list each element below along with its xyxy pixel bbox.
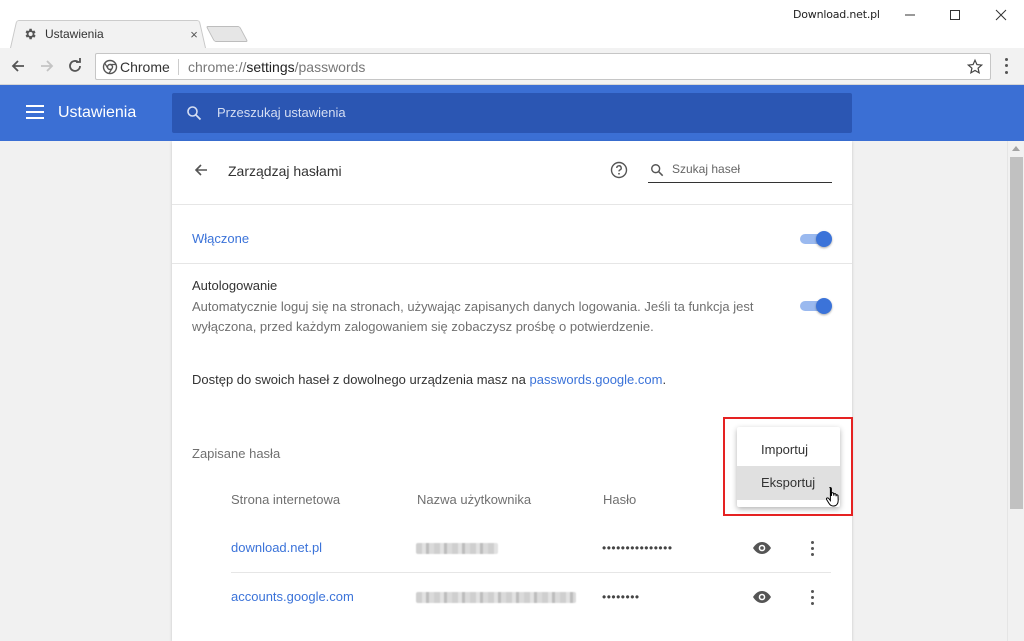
title-bar: Ustawienia × Download.net.pl [0, 0, 1024, 48]
url-host: settings [246, 59, 295, 75]
maximize-button[interactable] [932, 0, 978, 30]
address-chrome-label: Chrome [120, 59, 170, 75]
address-url[interactable]: chrome://settings/passwords [188, 59, 365, 75]
address-bar[interactable]: Chrome chrome://settings/passwords [95, 53, 991, 80]
password-search-input[interactable]: Szukaj haseł [648, 159, 832, 183]
menu-item-import[interactable]: Importuj [737, 433, 840, 467]
minimize-button[interactable] [887, 0, 933, 30]
row-site-link[interactable]: download.net.pl [231, 540, 322, 555]
minimize-icon [905, 14, 915, 16]
autologin-toggle[interactable] [800, 297, 832, 315]
arrow-left-icon [11, 60, 24, 72]
settings-search-placeholder: Przeszukaj ustawienia [217, 105, 346, 120]
search-icon [187, 106, 202, 121]
row-username-blurred [416, 543, 498, 554]
column-header-username: Nazwa użytkownika [417, 492, 532, 507]
eye-icon[interactable] [752, 538, 772, 558]
close-icon [995, 9, 1007, 21]
search-icon [651, 164, 664, 177]
settings-search-input[interactable]: Przeszukaj ustawienia [172, 93, 852, 133]
arrow-right-icon [41, 60, 54, 72]
row-username-blurred [416, 592, 576, 603]
scrollbar-thumb[interactable] [1010, 157, 1023, 509]
back-button[interactable] [8, 56, 28, 76]
maximize-icon [950, 10, 960, 20]
settings-header: Ustawienia Przeszukaj ustawienia [0, 85, 1024, 141]
saved-passwords-title: Zapisane hasła [192, 446, 281, 461]
row-password: ••••••••••••••• [602, 541, 673, 555]
row-password: •••••••• [602, 590, 640, 604]
column-header-site: Strona internetowa [231, 492, 341, 507]
help-icon[interactable] [610, 161, 628, 179]
watermark: Download.net.pl [793, 8, 880, 21]
access-info: Dostęp do swoich haseł z dowolnego urząd… [192, 372, 666, 387]
reload-icon [69, 58, 81, 72]
row-more-menu-button[interactable] [804, 539, 820, 557]
row-more-menu-button[interactable] [804, 588, 820, 606]
autologin-description: Automatycznie loguj się na stronach, uży… [192, 299, 754, 334]
bookmark-star-icon[interactable] [966, 58, 984, 76]
arrow-left-icon[interactable] [192, 161, 210, 179]
gear-icon [22, 26, 38, 42]
chrome-icon [102, 59, 118, 75]
page-title: Zarządzaj hasłami [228, 163, 342, 179]
enabled-toggle[interactable] [800, 230, 832, 248]
column-header-password: Hasło [603, 492, 637, 507]
settings-title: Ustawienia [58, 104, 137, 121]
divider [172, 263, 852, 264]
url-scheme: chrome:// [188, 59, 247, 75]
forward-button[interactable] [37, 56, 57, 76]
browser-tab-content[interactable]: Ustawienia × [22, 24, 202, 44]
row-site-link[interactable]: accounts.google.com [231, 589, 354, 604]
scroll-up-icon[interactable] [1012, 146, 1020, 151]
hamburger-menu-icon[interactable] [26, 105, 44, 119]
tab-close-icon[interactable]: × [186, 27, 202, 42]
browser-menu-button[interactable] [998, 56, 1014, 76]
tab-title: Ustawienia [45, 27, 104, 41]
url-path: /passwords [294, 59, 366, 75]
enabled-label: Włączone [192, 231, 250, 246]
access-suffix: . [662, 372, 667, 387]
reload-button[interactable] [65, 56, 85, 76]
access-text: Dostęp do swoich haseł z dowolnego urząd… [192, 372, 530, 387]
address-separator [178, 59, 179, 75]
new-tab-button[interactable] [205, 26, 249, 42]
password-search-placeholder: Szukaj haseł [672, 162, 741, 176]
passwords-card: Zarządzaj hasłami Szukaj haseł Włączone … [172, 141, 852, 641]
passwords-google-link[interactable]: passwords.google.com [529, 372, 662, 387]
eye-icon[interactable] [752, 587, 772, 607]
row-divider [231, 572, 831, 573]
hand-cursor-icon [825, 486, 839, 507]
autologin-title: Autologowanie [192, 278, 278, 293]
divider [172, 204, 852, 205]
close-window-button[interactable] [978, 0, 1024, 30]
page-scrollbar[interactable] [1007, 141, 1024, 641]
